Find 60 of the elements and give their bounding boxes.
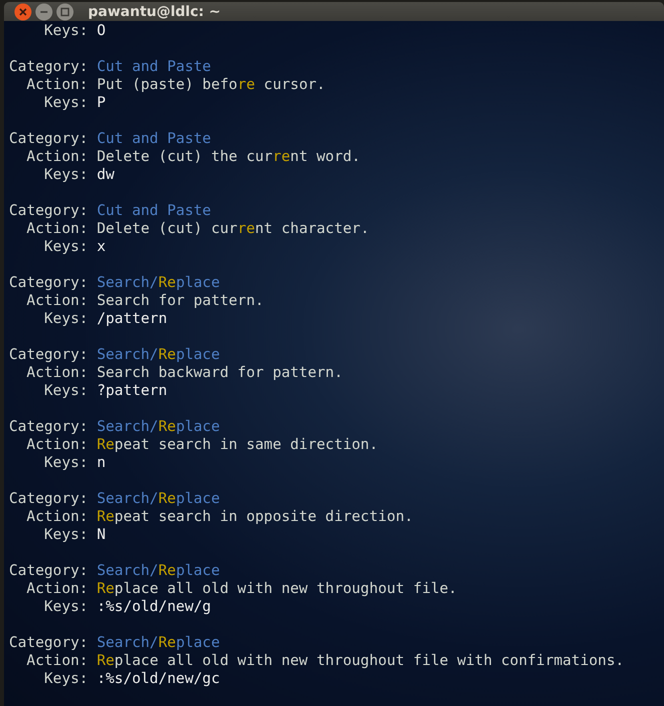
field-label: Category: xyxy=(9,634,88,652)
close-icon[interactable] xyxy=(14,2,32,20)
field-label: Keys: xyxy=(43,166,88,184)
field-label: Keys: xyxy=(43,22,88,40)
field-label: Category: xyxy=(9,130,88,148)
field-label: Category: xyxy=(9,274,88,292)
field-value: Repeat search in same direction. xyxy=(96,436,378,454)
minimize-icon[interactable] xyxy=(35,2,53,20)
field-value: Search backward for pattern. xyxy=(96,364,343,382)
field-value: Search/Replace xyxy=(96,274,220,292)
field-label: Keys: xyxy=(43,238,88,256)
maximize-icon[interactable] xyxy=(56,2,74,20)
field-value: dw xyxy=(96,166,114,184)
field-label: Keys: xyxy=(43,670,88,688)
field-label: Action: xyxy=(26,508,88,526)
field-value: Search/Replace xyxy=(96,418,220,436)
window-title: pawantu@ldlc: ~ xyxy=(88,4,221,20)
field-value: ?pattern xyxy=(96,382,168,400)
field-value: Repeat search in opposite direction. xyxy=(96,508,414,526)
field-label: Category: xyxy=(9,490,88,508)
field-label: Category: xyxy=(9,202,88,220)
field-value: :%s/old/new/gc xyxy=(96,670,220,688)
field-value: x xyxy=(96,238,106,256)
field-value: Search/Replace xyxy=(96,490,220,508)
field-value: Replace all old with new throughout file. xyxy=(96,580,458,598)
field-label: Keys: xyxy=(43,94,88,112)
field-label: Action: xyxy=(26,436,88,454)
field-label: Keys: xyxy=(43,454,88,472)
field-value: Put (paste) before cursor. xyxy=(96,76,326,94)
field-label: Action: xyxy=(26,148,88,166)
field-value: O xyxy=(96,22,106,40)
field-label: Keys: xyxy=(43,598,88,616)
field-value: N xyxy=(96,526,106,544)
field-value: Search/Replace xyxy=(96,346,220,364)
field-value: Cut and Paste xyxy=(96,130,212,148)
field-value: Search/Replace xyxy=(96,562,220,580)
field-value: /pattern xyxy=(96,310,168,328)
field-value: Search for pattern. xyxy=(96,292,264,310)
field-value: Cut and Paste xyxy=(96,58,212,76)
field-label: Category: xyxy=(9,562,88,580)
field-label: Keys: xyxy=(43,382,88,400)
field-value: Delete (cut) the current word. xyxy=(96,148,360,166)
field-label: Action: xyxy=(26,580,88,598)
field-label: Category: xyxy=(9,58,88,76)
field-label: Category: xyxy=(9,418,88,436)
field-value: n xyxy=(96,454,106,472)
field-label: Category: xyxy=(9,346,88,364)
field-label: Action: xyxy=(26,292,88,310)
field-value: Replace all old with new throughout file with confirmations. xyxy=(96,652,624,670)
field-label: Action: xyxy=(26,220,88,238)
field-label: Action: xyxy=(26,76,88,94)
field-value: P xyxy=(96,94,106,112)
field-value: Delete (cut) current character. xyxy=(96,220,370,238)
field-label: Action: xyxy=(26,364,88,382)
field-value: Cut and Paste xyxy=(96,202,212,220)
field-label: Action: xyxy=(26,652,88,670)
field-label: Keys: xyxy=(43,310,88,328)
field-value: Search/Replace xyxy=(96,634,220,652)
field-value: :%s/old/new/g xyxy=(96,598,212,616)
field-label: Keys: xyxy=(43,526,88,544)
